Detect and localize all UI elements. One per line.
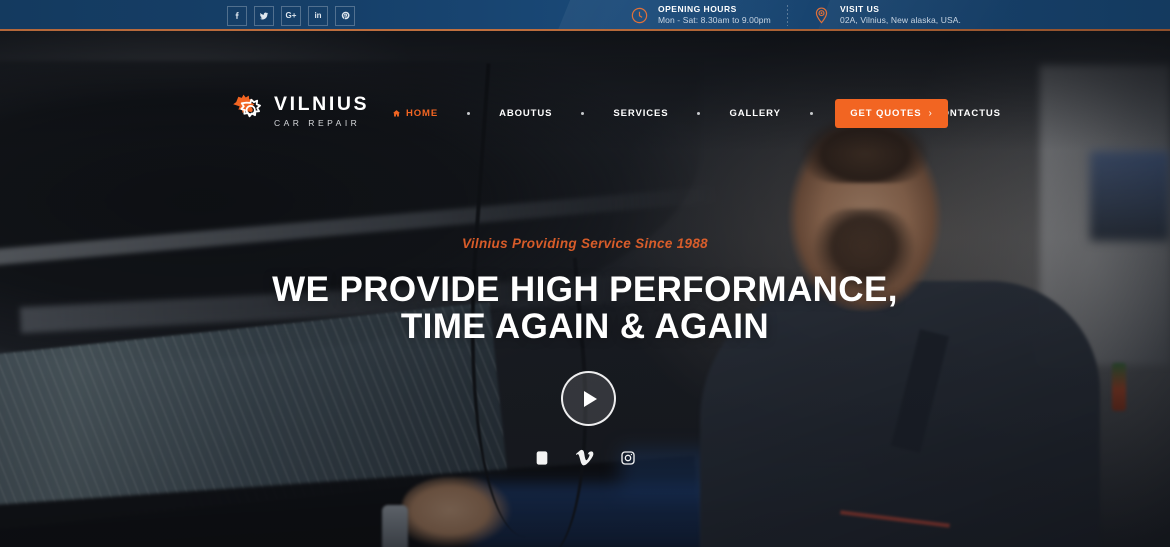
site-logo[interactable]: VILNIUS CAR REPAIR (226, 91, 369, 131)
linkedin-icon[interactable]: in (308, 5, 328, 26)
top-bar: G+ in OPENING HOURS Mon - Sat: 8.30am to… (0, 0, 1170, 31)
topbar-divider (787, 5, 788, 26)
page-root: G+ in OPENING HOURS Mon - Sat: 8.30am to… (0, 0, 1170, 547)
play-video-button[interactable] (561, 371, 616, 426)
youtube-icon[interactable] (533, 448, 552, 467)
map-pin-icon (812, 6, 831, 25)
vimeo-icon[interactable] (575, 448, 595, 467)
home-icon (392, 109, 401, 116)
visit-us-value: 02A, Vilnius, New alaska, USA. (840, 15, 961, 25)
hero-tagline: Vilnius Providing Service Since 1988 (462, 236, 708, 251)
logo-tagline: CAR REPAIR (274, 117, 361, 128)
get-quotes-button[interactable]: GET QUOTES › (835, 99, 948, 128)
chevron-right-icon: › (928, 108, 933, 119)
instagram-icon[interactable] (619, 448, 638, 467)
nav-item-aboutus[interactable]: ABOUTUS (499, 108, 552, 119)
nav-separator-dot (581, 111, 585, 115)
hero-section: VILNIUS CAR REPAIR HOME ABOUTUS SERVICES… (0, 31, 1170, 547)
main-navigation: VILNIUS CAR REPAIR HOME ABOUTUS SERVICES… (0, 31, 1170, 135)
nav-separator-dot (467, 111, 471, 115)
play-icon (584, 390, 597, 407)
clock-icon (630, 6, 649, 25)
visit-us-title: VISIT US (840, 4, 880, 15)
hero-social-links (0, 448, 1170, 467)
nav-item-services[interactable]: SERVICES (613, 108, 668, 119)
nav-item-home[interactable]: HOME (392, 108, 438, 119)
hero-headline-line2: TIME AGAIN & AGAIN (400, 307, 770, 347)
get-quotes-label: GET QUOTES (850, 108, 922, 119)
opening-hours-value: Mon - Sat: 8.30am to 9.00pm (658, 15, 771, 25)
nav-separator-dot (697, 111, 701, 115)
visit-us-block: VISIT US 02A, Vilnius, New alaska, USA. (812, 0, 961, 31)
logo-name: VILNIUS (274, 93, 370, 115)
twitter-icon[interactable] (254, 5, 274, 26)
opening-hours-block: OPENING HOURS Mon - Sat: 8.30am to 9.00p… (630, 0, 771, 31)
opening-hours-title: OPENING HOURS (658, 4, 737, 15)
nav-item-home-label: HOME (406, 107, 439, 119)
topbar-social-links: G+ in (227, 0, 361, 31)
hero-headline-line1: WE PROVIDE HIGH PERFORMANCE, (272, 270, 898, 309)
google-plus-icon[interactable]: G+ (281, 5, 301, 26)
nav-separator-dot (809, 111, 813, 115)
pinterest-icon[interactable] (335, 5, 355, 26)
facebook-icon[interactable] (227, 5, 247, 26)
hero-headline: WE PROVIDE HIGH PERFORMANCE, TIME AGAIN … (0, 271, 1170, 346)
gear-icon (226, 91, 264, 131)
nav-item-gallery[interactable]: GALLERY (729, 108, 780, 119)
